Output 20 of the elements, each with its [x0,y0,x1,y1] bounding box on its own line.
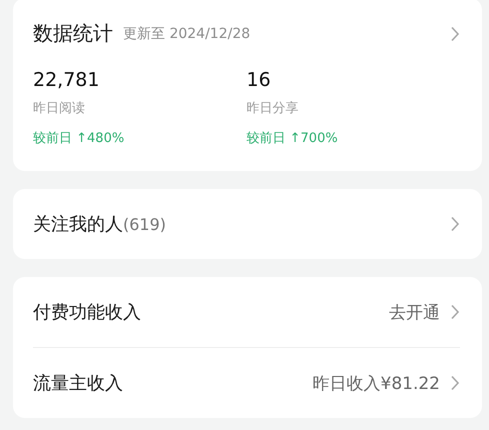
metric-value: 16 [246,69,272,91]
income-label: 付费功能收入 [33,301,142,324]
chevron-right-icon[interactable] [450,26,460,42]
metric-change: 较前日 ↑480% [33,130,126,147]
update-date: 更新至 2024/12/28 [123,24,252,42]
chevron-right-icon [450,304,460,320]
followers-row[interactable]: 关注我的人(619) [13,189,482,259]
metric-label: 昨日阅读 [33,100,86,117]
metric-value: 22,781 [33,69,100,91]
income-label: 流量主收入 [33,372,124,395]
income-value: 昨日收入¥81.22 [312,372,440,394]
income-row[interactable]: 流量主收入 昨日收入¥81.22 [33,347,460,418]
metric-change: 较前日 ↑700% [246,130,339,147]
income-value: 去开通 [389,302,440,324]
chevron-right-icon [450,216,460,232]
chevron-right-icon [450,375,460,391]
income-row[interactable]: 付费功能收入 去开通 [33,277,460,347]
stats-title: 数据统计 [33,20,113,47]
metric-label: 昨日分享 [246,100,300,117]
followers-label: 关注我的人(619) [33,213,168,236]
